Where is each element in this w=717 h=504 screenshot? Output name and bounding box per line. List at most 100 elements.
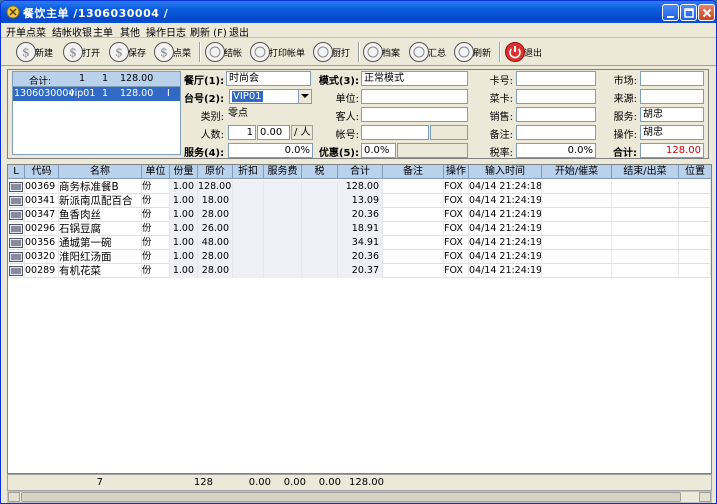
scroll-left-icon[interactable]: [8, 492, 20, 502]
print-bill-button[interactable]: 打印帐单: [249, 40, 309, 64]
refresh-button[interactable]: 刷新: [453, 40, 497, 64]
sales-field[interactable]: [516, 107, 596, 122]
close-button[interactable]: [698, 4, 715, 21]
summary-button[interactable]: 汇总: [408, 40, 452, 64]
item-fee: [264, 250, 302, 264]
col-header-end[interactable]: 结束/出菜: [612, 165, 679, 179]
menu-refresh[interactable]: 刷新 (F): [190, 24, 227, 39]
item-qty: 1.00: [170, 222, 198, 236]
maximize-button[interactable]: [680, 4, 697, 21]
guest-field[interactable]: [361, 107, 468, 122]
kitchen-print-button[interactable]: 厨打: [312, 40, 356, 64]
scroll-thumb[interactable]: [21, 492, 681, 502]
item-fee: [264, 194, 302, 208]
col-header-unit[interactable]: 单位: [142, 165, 170, 179]
market-field[interactable]: [640, 71, 704, 86]
card-field[interactable]: [516, 71, 596, 86]
account-field[interactable]: [361, 125, 429, 140]
table-row[interactable]: 00341 新派南瓜配百合份 1.00 18.00 13.09 FOX 04/14 21:2…: [8, 194, 711, 208]
col-header-operator[interactable]: 操作: [444, 165, 469, 179]
per-person-field[interactable]: 0.00: [257, 125, 290, 140]
col-header-tax[interactable]: 税: [302, 165, 338, 179]
order-list: 合计: 1 1 128.00 1306030004 vip01 1 128.00…: [12, 71, 181, 155]
col-header-fee[interactable]: 服务费: [264, 165, 302, 179]
table-row[interactable]: 00289 有机花菜份 1.00 28.00 20.37 FOX 04/14 21:24:1…: [8, 264, 711, 278]
col-header-name[interactable]: 名称: [59, 165, 142, 179]
scroll-right-icon[interactable]: [699, 492, 711, 502]
item-start: [542, 180, 612, 194]
menu-log[interactable]: 操作日志: [146, 24, 186, 39]
item-operator: FOX: [444, 236, 469, 250]
table-row[interactable]: 00320 淮阳红汤面份 1.00 28.00 20.36 FOX 04/14 21:24:…: [8, 250, 711, 264]
new-button[interactable]: $ 新建: [15, 40, 59, 64]
item-price: 48.00: [198, 236, 233, 250]
col-header-discount[interactable]: 折扣: [233, 165, 264, 179]
item-end: [612, 264, 679, 278]
row-marker-icon: [9, 252, 23, 262]
exit-button[interactable]: 退出: [504, 40, 548, 64]
restaurant-field[interactable]: 时尚会: [226, 71, 311, 86]
order-button[interactable]: $ 点菜: [153, 40, 197, 64]
item-name: 通城第一碗: [59, 236, 142, 250]
menu-main[interactable]: 主单: [93, 24, 113, 39]
item-operator: FOX: [444, 180, 469, 194]
col-header-remark[interactable]: 备注: [383, 165, 444, 179]
service-field[interactable]: 0.0%: [228, 143, 313, 158]
table-row[interactable]: 00296 石锅豆腐份 1.00 26.00 18.91 FOX 04/14 21:24:1…: [8, 222, 711, 236]
table-row[interactable]: 00347 鱼香肉丝份 1.00 28.00 20.36 FOX 04/14 21:24:1…: [8, 208, 711, 222]
row-marker: [8, 222, 25, 236]
server-field[interactable]: 胡忠: [640, 107, 704, 122]
order-list-item[interactable]: 1306030004 vip01 1 128.00 I: [13, 87, 180, 101]
svg-text:$: $: [69, 46, 77, 60]
row-marker: [8, 236, 25, 250]
row-marker-icon: [9, 182, 23, 192]
item-discount: [233, 208, 264, 222]
col-header-position[interactable]: 位置: [679, 165, 711, 179]
item-code: 00347: [25, 208, 59, 222]
operator-field[interactable]: 胡忠: [640, 125, 704, 140]
table-row[interactable]: 00356 通城第一碗份 1.00 48.00 34.91 FOX 04/14 21:24:…: [8, 236, 711, 250]
table-select[interactable]: VIP01: [229, 89, 312, 104]
col-header-total[interactable]: 合计: [338, 165, 383, 179]
chevron-down-icon[interactable]: [298, 90, 311, 103]
table-row[interactable]: 00369 商务标准餐B 份 1.00 128.00 128.00 FOX 04/14 21:…: [8, 180, 711, 194]
col-header-start[interactable]: 开始/催菜: [542, 165, 612, 179]
checkout-button[interactable]: 结帐: [204, 40, 248, 64]
open-button[interactable]: $ 打开: [62, 40, 106, 64]
horizontal-scrollbar[interactable]: [7, 491, 712, 503]
menu-other[interactable]: 其他: [120, 24, 140, 39]
item-price: 128.00: [198, 180, 233, 194]
unit-field[interactable]: [361, 89, 468, 104]
col-header-code[interactable]: 代码: [25, 165, 59, 179]
row-marker-icon: [9, 238, 23, 248]
mode-field[interactable]: 正常模式: [361, 71, 468, 86]
taxrate-field[interactable]: 0.0%: [516, 143, 596, 158]
title-bar[interactable]: 餐饮主单 /1306030004 /: [1, 1, 716, 23]
item-start: [542, 208, 612, 222]
member-card-field[interactable]: [516, 89, 596, 104]
row-marker: [8, 194, 25, 208]
item-remark: [383, 222, 444, 236]
item-code: 00320: [25, 250, 59, 264]
source-field[interactable]: [640, 89, 704, 104]
col-header-price[interactable]: 原价: [198, 165, 233, 179]
menu-exit[interactable]: 退出: [229, 24, 249, 39]
discount-field[interactable]: 0.0%: [361, 143, 396, 158]
item-end: [612, 194, 679, 208]
guests-field[interactable]: 1: [228, 125, 256, 140]
item-end: [612, 250, 679, 264]
item-qty: 1.00: [170, 208, 198, 222]
summary-label: 合计:: [29, 76, 52, 87]
menu-order[interactable]: 开单点菜: [6, 24, 46, 39]
archive-button[interactable]: 档案: [362, 40, 406, 64]
item-fee: [264, 180, 302, 194]
menu-checkout[interactable]: 结帐收银: [52, 24, 92, 39]
col-header-l[interactable]: L: [8, 165, 25, 179]
remark-field[interactable]: [516, 125, 596, 140]
col-header-qty[interactable]: 份量: [170, 165, 198, 179]
minimize-button[interactable]: [662, 4, 679, 21]
maximize-icon: [684, 8, 694, 18]
save-button[interactable]: $ 保存: [108, 40, 152, 64]
summary-label: 汇总: [428, 49, 447, 59]
col-header-input-time[interactable]: 输入时间: [469, 165, 542, 179]
